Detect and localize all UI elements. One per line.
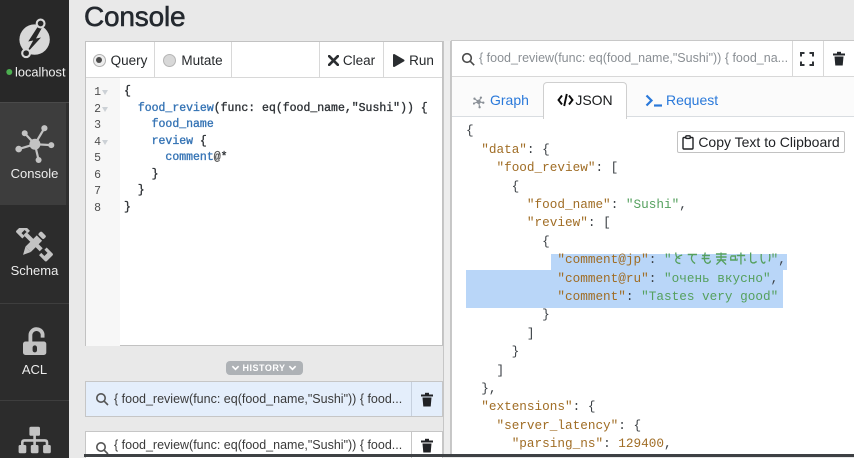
svg-text:localhost: localhost — [15, 65, 66, 80]
